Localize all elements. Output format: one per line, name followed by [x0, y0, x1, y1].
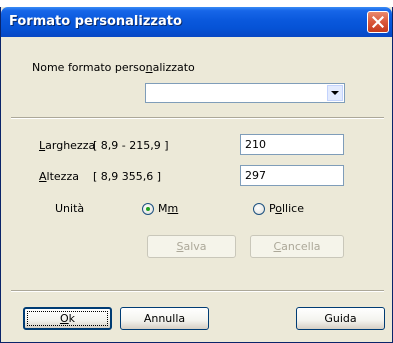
width-label: Larghezza — [39, 139, 96, 152]
delete-button[interactable]: Cancella — [250, 235, 344, 258]
separator-bottom — [11, 290, 384, 292]
help-button[interactable]: Guida — [296, 307, 385, 330]
cancel-button[interactable]: Annulla — [120, 307, 209, 330]
unit-inch-label[interactable]: Pollice — [269, 202, 304, 215]
close-icon — [372, 16, 384, 28]
format-name-combobox[interactable] — [145, 83, 345, 103]
radio-selected-dot — [146, 207, 150, 211]
dialog-title: Formato personalizzato — [9, 14, 182, 29]
close-button[interactable] — [367, 11, 389, 33]
height-range: [ 8,9 355,6 ] — [93, 170, 162, 183]
separator-top — [11, 117, 384, 119]
chevron-down-icon — [331, 91, 339, 95]
dialog-window: Formato personalizzato Nome formato pers… — [0, 7, 393, 343]
format-name-dropdown-button[interactable] — [327, 85, 343, 101]
unit-mm-label[interactable]: Mm — [158, 202, 178, 215]
width-range: [ 8,9 - 215,9 ] — [93, 139, 169, 152]
ok-button[interactable]: Ok — [23, 307, 112, 330]
unit-mm-radio[interactable] — [142, 203, 154, 215]
height-input[interactable]: 297 — [240, 165, 344, 186]
format-name-label: Nome formato personalizzato — [32, 61, 195, 74]
unit-inch-radio[interactable] — [253, 203, 265, 215]
save-button[interactable]: Salva — [147, 235, 236, 258]
width-input[interactable]: 210 — [240, 134, 344, 155]
focus-rectangle — [27, 311, 108, 326]
height-label: Altezza — [39, 170, 79, 183]
unit-label: Unità — [55, 202, 85, 215]
title-bar[interactable]: Formato personalizzato — [1, 7, 392, 37]
